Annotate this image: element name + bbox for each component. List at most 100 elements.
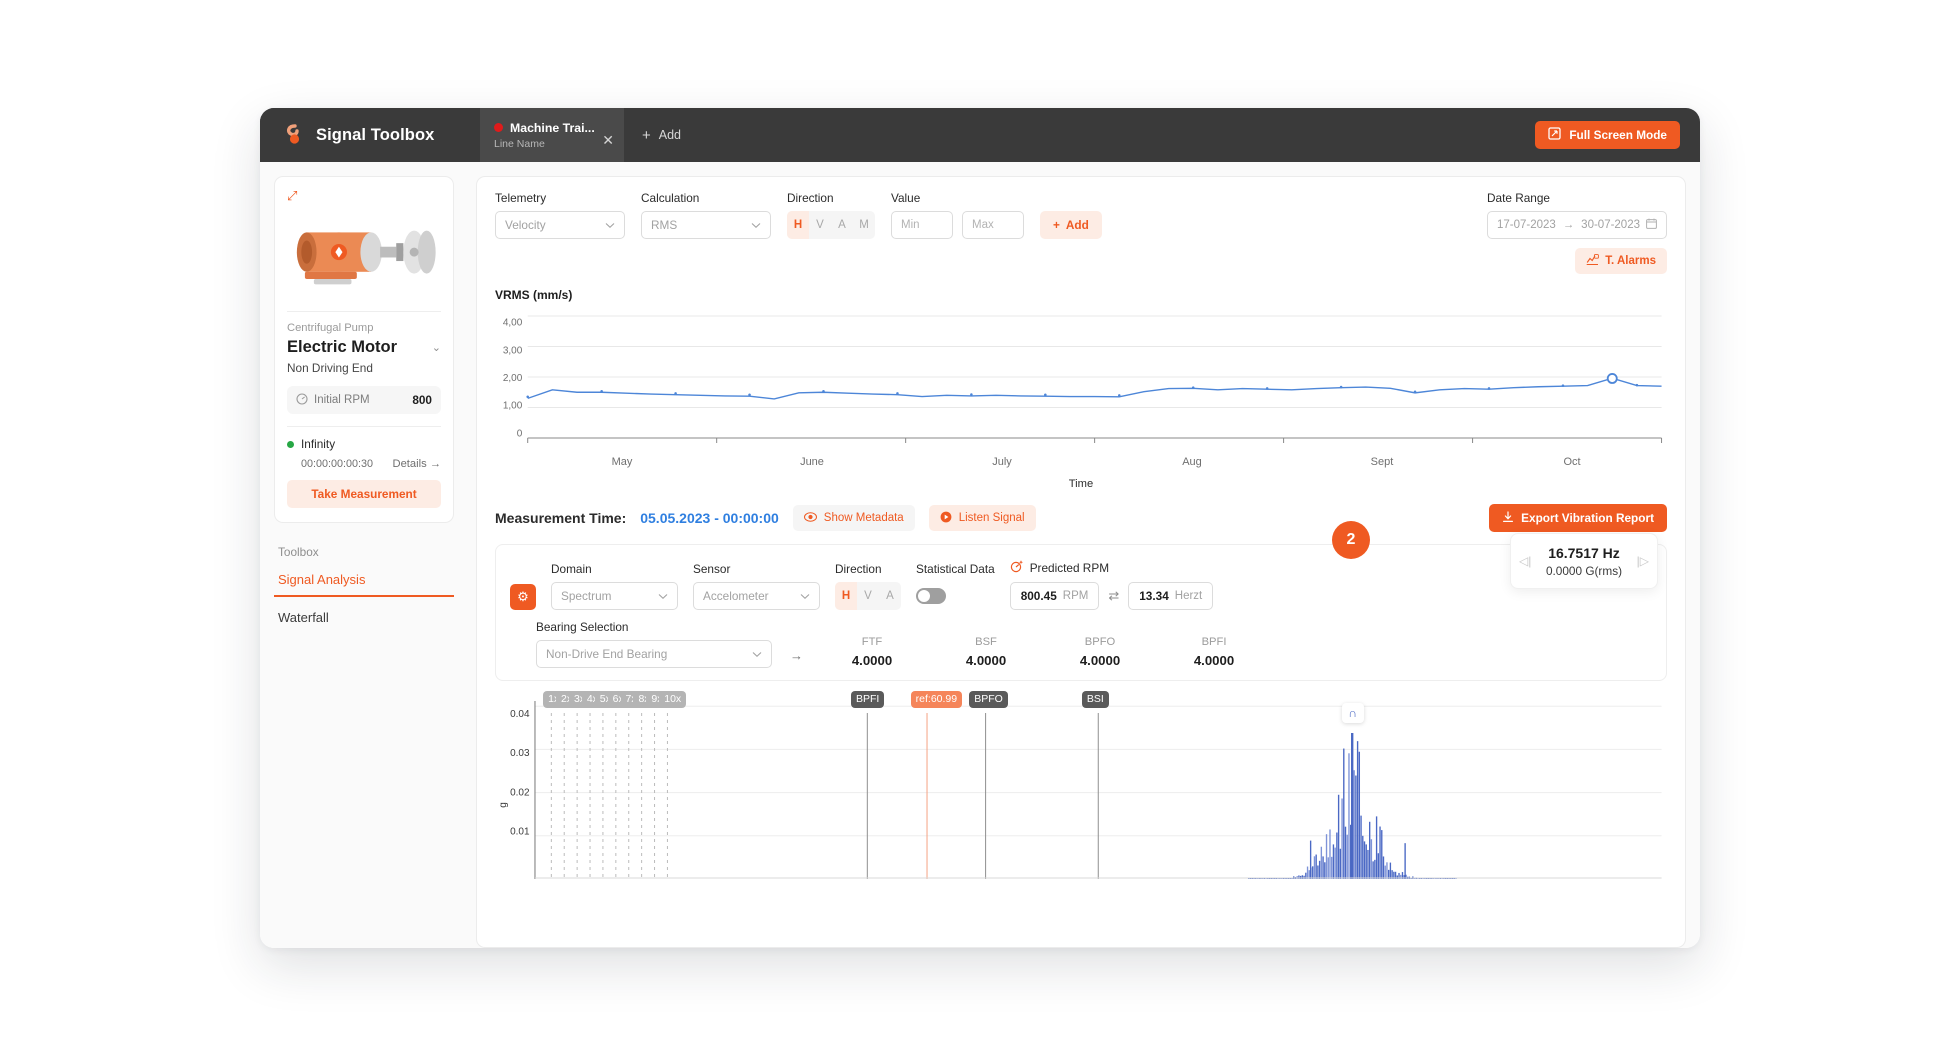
bearing-selection-label: Bearing Selection bbox=[536, 620, 629, 634]
statistical-toggle-wrap bbox=[916, 582, 995, 610]
svg-text:2,00: 2,00 bbox=[503, 373, 523, 384]
sensor-group: Sensor Accelometer bbox=[693, 562, 820, 610]
main-panel: Telemetry Velocity Calculation RMS Direc… bbox=[476, 176, 1686, 948]
calculation-select[interactable]: RMS bbox=[641, 211, 771, 239]
fault-marker-BPFI[interactable]: BPFI bbox=[850, 691, 885, 709]
line-chart[interactable]: 4,00 3,00 2,00 1,00 0 bbox=[495, 310, 1667, 452]
calculation-label: Calculation bbox=[641, 191, 700, 205]
add-tab-button[interactable]: + Add bbox=[624, 108, 699, 162]
metric-bsf-label: BSF bbox=[975, 636, 997, 648]
spectrum-direction-a[interactable]: A bbox=[879, 582, 901, 610]
x-tick-aug: Aug bbox=[1182, 456, 1202, 468]
value-group: Value Min Max bbox=[891, 191, 1024, 239]
top-bar: Signal Toolbox Machine Trai... Line Name… bbox=[260, 108, 1700, 162]
date-range-label: Date Range bbox=[1487, 191, 1550, 205]
svg-text:0.01: 0.01 bbox=[510, 827, 530, 838]
machine-illustration bbox=[287, 207, 441, 299]
predicted-hz-input[interactable]: 13.34 Herzt bbox=[1128, 582, 1214, 610]
metric-ftf: FTF 4.0000 bbox=[821, 636, 923, 668]
sensor-select[interactable]: Accelometer bbox=[693, 582, 820, 610]
direction-v[interactable]: V bbox=[809, 211, 831, 239]
calendar-icon[interactable] bbox=[1646, 218, 1657, 232]
chevron-down-icon[interactable]: ⌄ bbox=[432, 341, 441, 354]
brand-title: Signal Toolbox bbox=[316, 125, 435, 144]
bearing-select[interactable]: Non-Drive End Bearing bbox=[536, 640, 772, 668]
calculation-group: Calculation RMS bbox=[641, 191, 771, 239]
status-dot-icon bbox=[287, 440, 294, 448]
details-link[interactable]: Details → bbox=[393, 458, 442, 470]
plus-icon: + bbox=[642, 126, 651, 144]
spectrum-direction-h[interactable]: H bbox=[835, 582, 857, 610]
spectrum-direction-label: Direction bbox=[835, 562, 882, 576]
sidebar: ⤢ Centrifugal Pump Electric Motor ⌄ Non … bbox=[260, 162, 468, 948]
line-chart-title: VRMS (mm/s) bbox=[495, 288, 573, 302]
date-range-input[interactable]: 17-07-2023 → 30-07-2023 bbox=[1487, 211, 1667, 239]
machine-title-row[interactable]: Electric Motor ⌄ bbox=[287, 338, 441, 357]
x-tick-sept: Sept bbox=[1370, 456, 1394, 468]
date-from: 17-07-2023 bbox=[1497, 219, 1556, 231]
spectrum-chart[interactable]: 0.04 0.03 0.02 0.01 g 1x 2x 3x 4x 5x 6x 7x 8x 9x 10x B… bbox=[495, 689, 1667, 879]
export-vibration-report-button[interactable]: Export Vibration Report bbox=[1489, 504, 1667, 532]
divider bbox=[287, 311, 441, 312]
swap-icon[interactable]: ⇄ bbox=[1108, 588, 1119, 604]
close-icon[interactable]: ✕ bbox=[602, 133, 614, 147]
alarms-row: T. Alarms bbox=[495, 248, 1667, 274]
listen-signal-button[interactable]: Listen Signal bbox=[928, 505, 1036, 531]
speedometer-icon bbox=[1010, 559, 1024, 576]
hz-unit: Herzt bbox=[1174, 590, 1203, 602]
previous-peak-icon[interactable]: ◁| bbox=[1519, 554, 1531, 568]
fault-marker-BPFO[interactable]: BPFO bbox=[969, 691, 1008, 709]
tab-title-row: Machine Trai... bbox=[494, 121, 610, 135]
direction-m[interactable]: M bbox=[853, 211, 875, 239]
value-label: Value bbox=[891, 191, 921, 205]
line-chart-x-title: Time bbox=[1068, 478, 1094, 490]
sidebar-item-signal-analysis[interactable]: Signal Analysis bbox=[274, 559, 454, 597]
fault-marker-ref-60-99[interactable]: ref:60.99 bbox=[910, 691, 963, 709]
t-alarms-button[interactable]: T. Alarms bbox=[1575, 248, 1667, 274]
add-tab-label: Add bbox=[658, 128, 682, 142]
next-peak-icon[interactable]: |▷ bbox=[1637, 554, 1649, 568]
download-icon bbox=[1502, 510, 1514, 526]
statistical-data-toggle[interactable] bbox=[916, 588, 946, 604]
direction-a[interactable]: A bbox=[831, 211, 853, 239]
chevron-down-icon bbox=[751, 218, 761, 232]
hz-number: 13.34 bbox=[1139, 589, 1169, 603]
date-range-group: Date Range 17-07-2023 → 30-07-2023 bbox=[1487, 191, 1667, 239]
predicted-rpm-input[interactable]: 800.45 RPM bbox=[1009, 582, 1100, 610]
domain-select[interactable]: Spectrum bbox=[551, 582, 678, 610]
expand-icon[interactable]: ⤢ bbox=[287, 189, 297, 202]
page-title: Electric Motor bbox=[287, 338, 398, 356]
metric-bpfo: BPFO 4.0000 bbox=[1049, 636, 1151, 668]
harmonic-marker-10x[interactable]: 10x bbox=[659, 691, 687, 709]
gear-icon[interactable]: ⚙ bbox=[510, 584, 536, 610]
svg-text:0.03: 0.03 bbox=[510, 748, 530, 759]
take-measurement-button[interactable]: Take Measurement bbox=[287, 480, 441, 508]
initial-rpm-label: Initial RPM bbox=[314, 394, 370, 406]
spectrum-direction-v[interactable]: V bbox=[857, 582, 879, 610]
peak-marker-icon[interactable]: ∩ bbox=[1341, 703, 1364, 723]
fault-marker-BSI[interactable]: BSI bbox=[1081, 691, 1109, 709]
max-input[interactable]: Max bbox=[962, 211, 1024, 239]
show-metadata-button[interactable]: Show Metadata bbox=[792, 505, 915, 531]
chevron-down-icon bbox=[752, 647, 762, 661]
full-screen-mode-button[interactable]: Full Screen Mode bbox=[1535, 121, 1680, 149]
initial-rpm-label-group: Initial RPM bbox=[296, 392, 370, 408]
bearing-selection-group: Bearing Selection Non-Drive End Bearing bbox=[536, 620, 772, 668]
recording-dot-icon bbox=[494, 123, 503, 132]
telemetry-select[interactable]: Velocity bbox=[495, 211, 625, 239]
min-input[interactable]: Min bbox=[891, 211, 953, 239]
divider-2 bbox=[287, 426, 441, 427]
machine-location: Non Driving End bbox=[287, 361, 373, 375]
direction-h[interactable]: H bbox=[787, 211, 809, 239]
tab-machine-training[interactable]: Machine Trai... Line Name ✕ bbox=[480, 108, 624, 162]
chevron-down-icon bbox=[658, 589, 668, 603]
analysis-controls: 2 ◁| 16.7517 Hz 0.0000 G(rms) |▷ ⚙ Domai… bbox=[495, 521, 1667, 681]
metric-bpfi-label: BPFI bbox=[1201, 636, 1227, 648]
direction-label: Direction bbox=[787, 191, 834, 205]
add-filter-button[interactable]: + Add bbox=[1040, 211, 1102, 239]
fullscreen-icon bbox=[1548, 127, 1561, 143]
metric-ftf-value: 4.0000 bbox=[851, 653, 893, 668]
svg-text:0: 0 bbox=[517, 428, 523, 439]
spectrum-direction-group: Direction H V A bbox=[835, 562, 901, 610]
sidebar-item-waterfall[interactable]: Waterfall bbox=[274, 597, 454, 633]
